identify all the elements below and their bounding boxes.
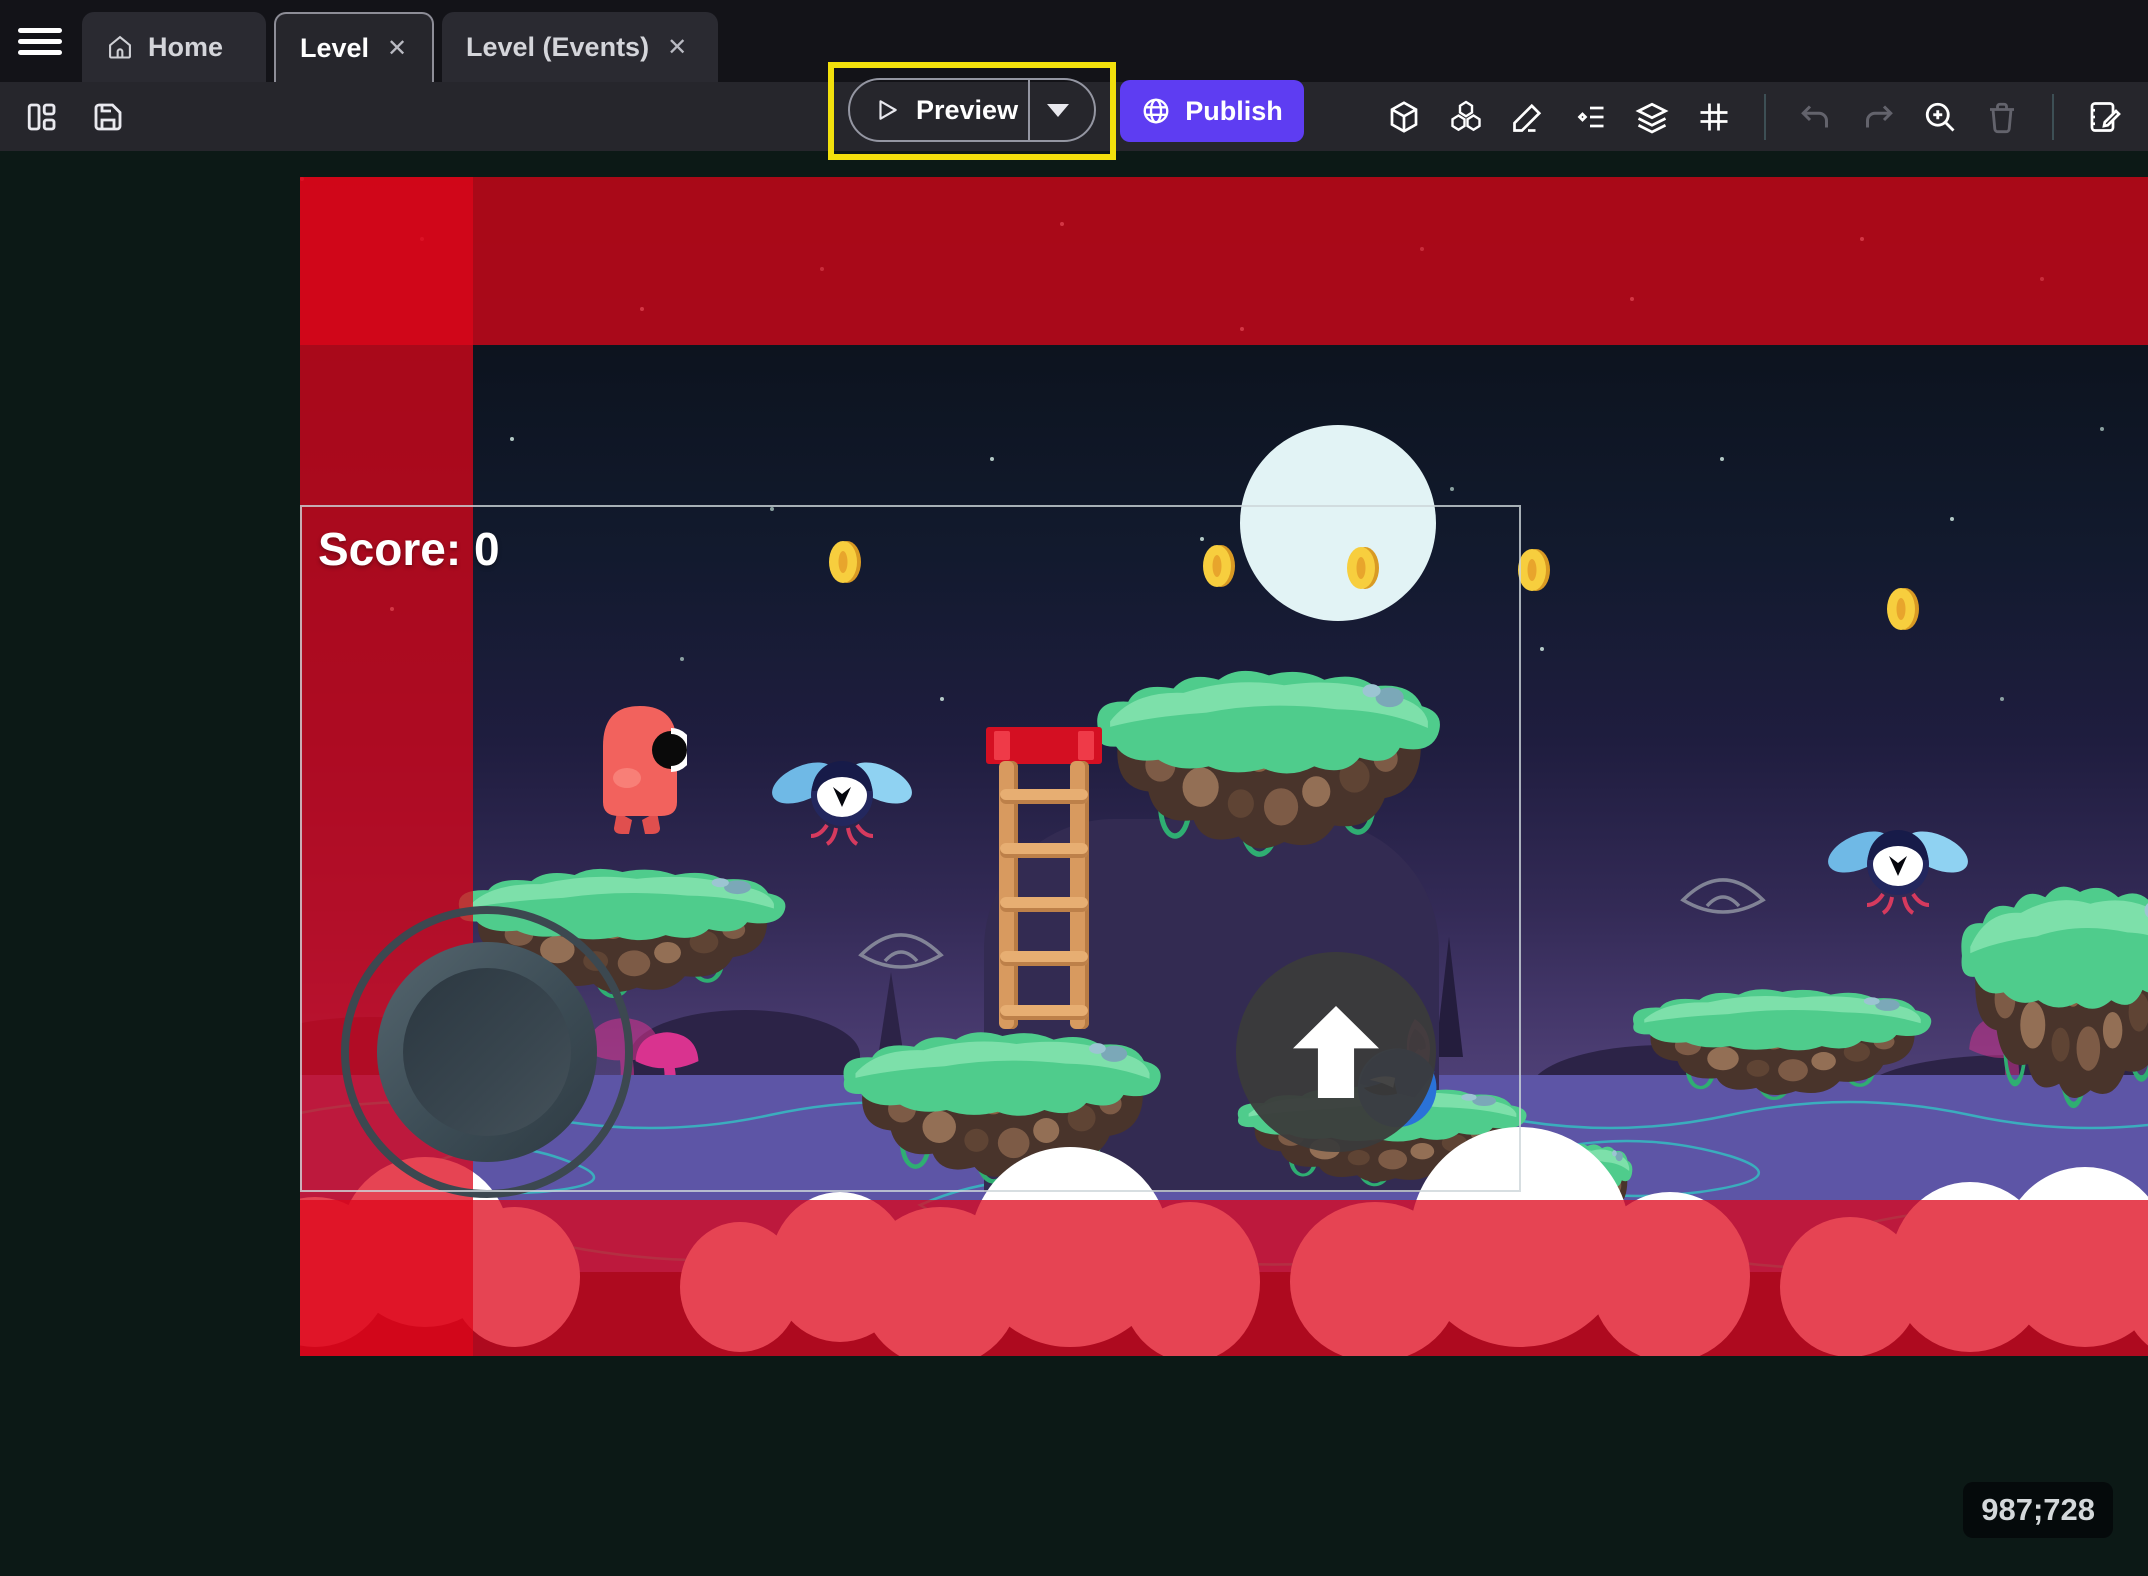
preview-label: Preview bbox=[916, 95, 1018, 126]
coin[interactable] bbox=[1517, 548, 1551, 592]
platform-island[interactable] bbox=[1625, 962, 1940, 1112]
save-icon[interactable] bbox=[90, 99, 126, 135]
cursor-coordinates-badge: 987;728 bbox=[1963, 1482, 2113, 1538]
panels-layout-icon[interactable] bbox=[24, 99, 60, 135]
preview-button[interactable]: Preview bbox=[848, 78, 1096, 142]
flying-enemy[interactable] bbox=[1823, 812, 1973, 924]
chevron-down-icon bbox=[1047, 104, 1069, 117]
redo-icon[interactable] bbox=[1860, 99, 1896, 135]
camera-frame bbox=[300, 505, 1521, 1192]
toolbar-separator bbox=[1764, 94, 1766, 140]
edit-pencil-icon[interactable] bbox=[1510, 99, 1546, 135]
level-scene: Score: 0 bbox=[300, 177, 2148, 1356]
delete-icon[interactable] bbox=[1984, 99, 2020, 135]
red-zone-top[interactable] bbox=[300, 177, 2148, 345]
events-editor-icon[interactable] bbox=[2086, 99, 2122, 135]
home-icon bbox=[106, 33, 134, 61]
zoom-in-icon[interactable] bbox=[1922, 99, 1958, 135]
toolbar-left-group bbox=[24, 82, 126, 151]
close-tab-icon[interactable]: ✕ bbox=[383, 32, 411, 65]
add-object-icon[interactable] bbox=[1386, 99, 1422, 135]
objects-group-icon[interactable] bbox=[1448, 99, 1484, 135]
scene-editor-canvas[interactable]: Score: 0 987;728 bbox=[0, 151, 2148, 1576]
publish-button[interactable]: Publish bbox=[1120, 80, 1304, 142]
coin[interactable] bbox=[1886, 587, 1920, 631]
game-editor-window: Home Level ✕ Level (Events) ✕ bbox=[0, 0, 2148, 1576]
score-text: Score: 0 bbox=[318, 522, 500, 576]
play-icon bbox=[874, 97, 900, 123]
publish-label: Publish bbox=[1185, 96, 1283, 127]
preview-dropdown-button[interactable] bbox=[1030, 80, 1086, 140]
tab-label: Level bbox=[300, 33, 369, 64]
toolbar-separator bbox=[2052, 94, 2054, 140]
tab-level-events[interactable]: Level (Events) ✕ bbox=[442, 12, 718, 82]
globe-icon bbox=[1141, 96, 1171, 126]
instances-list-icon[interactable] bbox=[1572, 99, 1608, 135]
platform-island[interactable] bbox=[1955, 832, 2148, 1132]
toolbar-right-group bbox=[1386, 82, 2122, 151]
undo-icon[interactable] bbox=[1798, 99, 1834, 135]
tab-home[interactable]: Home bbox=[82, 12, 266, 82]
tab-label: Level (Events) bbox=[466, 32, 649, 63]
layers-icon[interactable] bbox=[1634, 99, 1670, 135]
hamburger-menu-icon[interactable] bbox=[18, 22, 62, 60]
tab-label: Home bbox=[148, 32, 223, 63]
grid-icon[interactable] bbox=[1696, 99, 1732, 135]
close-tab-icon[interactable]: ✕ bbox=[663, 31, 691, 64]
tab-level[interactable]: Level ✕ bbox=[274, 12, 434, 82]
eye-decoration bbox=[1678, 870, 1768, 926]
red-zone-bottom[interactable] bbox=[300, 1200, 2148, 1356]
